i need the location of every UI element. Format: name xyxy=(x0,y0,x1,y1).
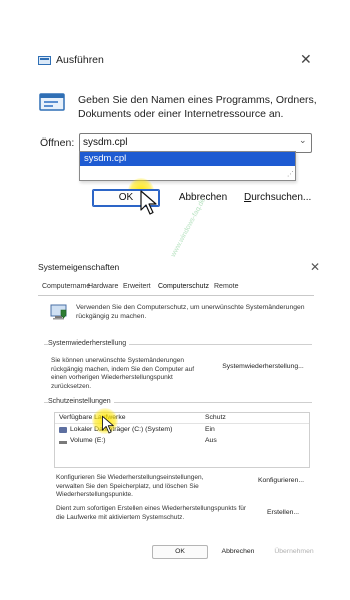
run-description: Geben Sie den Namen eines Programms, Ord… xyxy=(78,94,317,120)
drive-e-protection: Aus xyxy=(205,437,217,444)
run-dialog-title: Ausführen xyxy=(56,54,104,66)
mouse-cursor-icon xyxy=(140,190,157,215)
browse-label: urchsuchen... xyxy=(251,192,312,203)
open-label: Öffnen: xyxy=(40,137,75,149)
system-protection-icon xyxy=(50,304,67,320)
restore-description: Sie können unerwünschte Systemänderungen… xyxy=(51,357,195,390)
system-description: Verwenden Sie den Computerschutz, um une… xyxy=(76,304,305,320)
mouse-cursor-icon xyxy=(102,415,114,434)
drive-c-name[interactable]: Lokaler Datenträger (C:) (System) xyxy=(70,426,172,433)
dropdown-item[interactable]: sysdm.cpl xyxy=(84,153,126,164)
browse-button[interactable]: Durchsuchen... xyxy=(243,189,312,207)
tab-hardware[interactable]: Hardware xyxy=(88,283,118,290)
create-button[interactable]: Erstellen... xyxy=(257,506,309,520)
drive-c-protection: Ein xyxy=(205,426,215,433)
create-description: Dient zum sofortigen Erstellen eines Wie… xyxy=(56,505,247,521)
tab-computerschutz[interactable]: Computerschutz xyxy=(158,283,209,290)
tab-bar: Computername Hardware Erweitert Computer… xyxy=(38,283,318,295)
system-restore-button[interactable]: Systemwiederherstellung... xyxy=(217,360,309,374)
drive-e-name[interactable]: Volume (E:) xyxy=(70,437,106,444)
tab-divider xyxy=(38,295,314,296)
system-properties-title: Systemeigenschaften xyxy=(38,262,120,272)
run-window-icon xyxy=(38,56,51,65)
tab-erweitert[interactable]: Erweitert xyxy=(123,283,151,290)
configure-description: Konfigurieren Sie Wiederherstellungseins… xyxy=(56,474,204,498)
run-close-button[interactable]: ✕ xyxy=(300,52,312,66)
tab-computername[interactable]: Computername xyxy=(42,283,90,290)
column-header-protection[interactable]: Schutz xyxy=(205,414,226,421)
system-close-button[interactable]: ✕ xyxy=(310,260,320,274)
drive-c-icon xyxy=(59,427,67,433)
restore-group-title: Systemwiederherstellung xyxy=(48,340,130,347)
run-app-icon xyxy=(39,93,65,111)
tab-remote[interactable]: Remote xyxy=(214,283,239,290)
configure-button[interactable]: Konfigurieren... xyxy=(251,474,311,488)
system-cancel-button[interactable]: Abbrechen xyxy=(214,545,262,559)
system-ok-button[interactable]: OK xyxy=(152,545,208,559)
protection-group-title: Schutzeinstellungen xyxy=(48,398,114,405)
apply-button[interactable]: Übernehmen xyxy=(268,545,320,559)
open-input[interactable]: sysdm.cpl xyxy=(83,137,127,148)
drive-e-icon xyxy=(59,441,67,444)
chevron-down-icon[interactable]: ⌄ xyxy=(299,135,307,146)
resize-grip-icon[interactable]: ⋰ xyxy=(287,171,295,179)
